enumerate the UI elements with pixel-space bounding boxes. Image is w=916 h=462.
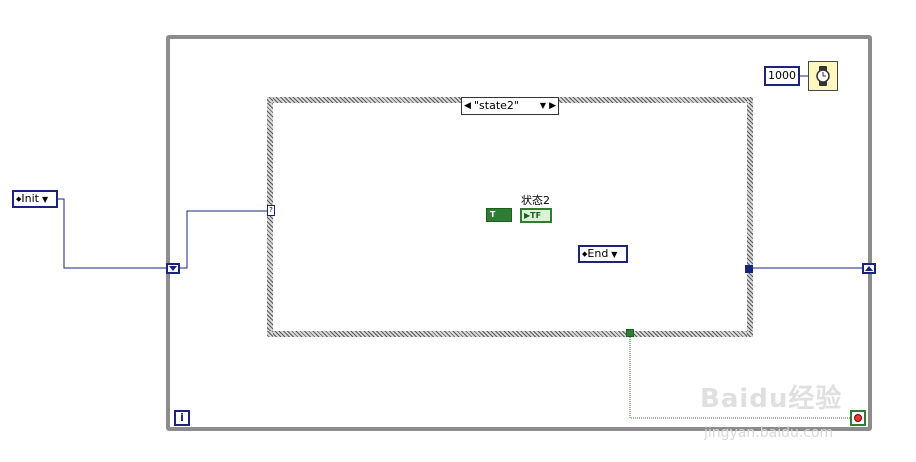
case-selector-value: "state2" [474, 99, 519, 112]
case-selector-terminal[interactable]: ? [267, 205, 275, 216]
wait-function[interactable] [808, 61, 838, 91]
case-selector[interactable]: ◀ "state2" ▼ ▶ [461, 97, 559, 115]
shift-register-right[interactable] [862, 263, 876, 274]
next-case-icon[interactable]: ▶ [549, 98, 556, 114]
shift-register-left[interactable] [166, 263, 180, 274]
watermark-logo: Baidu经验 [700, 384, 843, 414]
wire-init [57, 198, 166, 269]
stop-condition-terminal[interactable] [850, 410, 866, 426]
boolean-indicator-label: 状态2 [521, 194, 550, 207]
boolean-constant-text: T [490, 210, 496, 219]
watch-icon [816, 66, 830, 86]
init-value: Init [21, 192, 39, 205]
chevron-down-icon[interactable]: ▼ [540, 98, 546, 114]
end-value: End [587, 247, 609, 260]
chevron-down-icon[interactable]: ▼ [611, 250, 617, 259]
watermark-url: jingyan.baidu.com [704, 425, 834, 441]
arrow-up-icon [865, 266, 873, 271]
chevron-down-icon[interactable]: ▼ [42, 195, 48, 204]
prev-case-icon[interactable]: ◀ [464, 98, 471, 114]
output-tunnel[interactable] [745, 265, 753, 273]
end-enum-constant[interactable]: ◆End ▼ [578, 245, 628, 263]
boolean-indicator[interactable]: ▶TF [520, 208, 552, 223]
stop-icon [854, 414, 862, 422]
arrow-down-icon [169, 266, 177, 271]
boolean-output-tunnel[interactable] [626, 329, 634, 337]
boolean-indicator-text: TF [530, 211, 542, 220]
boolean-constant[interactable]: T [486, 208, 512, 222]
wait-ms-constant[interactable]: 1000 [764, 66, 800, 86]
iteration-terminal[interactable]: i [174, 410, 190, 426]
init-enum-constant[interactable]: ◆Init ▼ [12, 190, 58, 208]
